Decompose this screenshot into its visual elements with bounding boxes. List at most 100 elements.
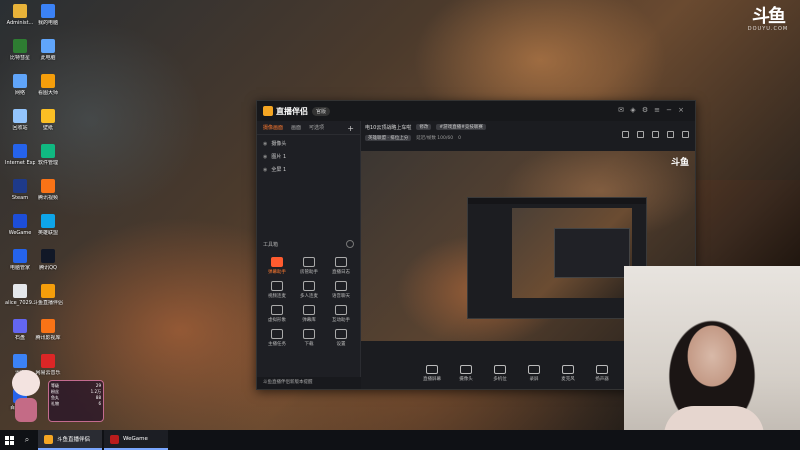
tab-camera-scene[interactable]: 摄像画面: [263, 124, 283, 131]
gift-icon[interactable]: [622, 131, 629, 138]
tool-item[interactable]: 直播日志: [325, 257, 357, 275]
app-icon: [13, 179, 27, 193]
stat-key: 礼物: [51, 401, 59, 406]
nested-preview-window-2: [554, 228, 630, 278]
tool-item[interactable]: 设置: [325, 329, 357, 347]
tool-item[interactable]: 下载: [293, 329, 325, 347]
desktop-icon[interactable]: 石盘: [5, 319, 35, 341]
desktop-icon[interactable]: 壁纸: [33, 109, 63, 131]
share-icon[interactable]: [682, 131, 689, 138]
taskbar-item-douyu[interactable]: 斗鱼直播伴侣: [38, 430, 102, 450]
desktop-icon[interactable]: 英雄联盟: [33, 214, 63, 236]
tab-options[interactable]: 可选项: [309, 124, 324, 131]
tool-item[interactable]: 弹幕库: [293, 305, 325, 323]
search-icon[interactable]: ⌕: [18, 430, 36, 450]
bottom-action-button[interactable]: 直播屏幕: [421, 365, 443, 382]
action-label: 麦克风: [561, 377, 575, 382]
bottom-action-button[interactable]: 摄像头: [455, 365, 477, 382]
desktop-icon[interactable]: Administ...: [5, 4, 35, 26]
desktop-icon-label: 英雄联盟: [37, 230, 58, 236]
desktop-icon[interactable]: 比特彗星: [5, 39, 35, 61]
preview-watermark: 斗鱼: [670, 158, 689, 168]
toolbox-collapse-icon[interactable]: [346, 240, 354, 248]
add-source-button[interactable]: +: [347, 124, 354, 133]
desktop-icon[interactable]: 网络: [5, 74, 35, 96]
action-label: 扬声器: [595, 377, 609, 382]
source-item-image[interactable]: ◉ 图片 1: [257, 150, 360, 163]
app-icon: [13, 39, 27, 53]
bottom-notice[interactable]: 斗鱼直播伴侣新版本提醒: [257, 377, 361, 389]
desktop-icon-label: 腾讯视频: [37, 195, 58, 201]
tool-item[interactable]: 弹幕助手: [261, 257, 293, 275]
desktop-icon[interactable]: 回收站: [5, 109, 35, 131]
tool-item[interactable]: 互动助手: [325, 305, 357, 323]
minimize-icon[interactable]: −: [665, 106, 673, 114]
tool-item[interactable]: 主播任务: [261, 329, 293, 347]
tool-icon: [271, 329, 283, 339]
menu-icon[interactable]: ≡: [653, 106, 661, 114]
settings-icon[interactable]: ⚙: [641, 106, 649, 114]
tool-icon: [303, 329, 315, 339]
webcam-overlay: [624, 266, 800, 450]
eye-icon[interactable]: ◉: [263, 141, 267, 147]
start-button[interactable]: [0, 430, 18, 450]
skin-icon[interactable]: ◈: [629, 106, 637, 114]
action-icon: [562, 365, 574, 374]
tool-item[interactable]: 多人连麦: [293, 281, 325, 299]
app-icon: [41, 284, 55, 298]
edit-tag[interactable]: 修改: [416, 124, 432, 130]
tool-item[interactable]: 房管助手: [293, 257, 325, 275]
desktop-icon[interactable]: 看图大师: [33, 74, 63, 96]
desktop-icon[interactable]: Steam: [5, 179, 35, 201]
app-titlebar: 直播伴侣 官版 ✉ ◈ ⚙ ≡ − ×: [257, 101, 695, 121]
message-icon[interactable]: ✉: [617, 106, 625, 114]
bottom-action-button[interactable]: 多机位: [489, 365, 511, 382]
desktop-icon[interactable]: WeGame: [5, 214, 35, 236]
source-item-fullscreen[interactable]: ◉ 全屏 1: [257, 163, 360, 176]
desktop-icon[interactable]: 腾讯QQ: [33, 249, 63, 271]
tool-icon: [335, 257, 347, 267]
tool-label: 多人连麦: [300, 294, 318, 299]
bottom-action-button[interactable]: 扬声器: [591, 365, 613, 382]
screen-icon[interactable]: [652, 131, 659, 138]
desktop-icon[interactable]: alice_7029...: [5, 284, 35, 306]
eye-icon[interactable]: ◉: [263, 154, 267, 160]
tab-scene[interactable]: 画面: [291, 124, 301, 131]
desktop-icon-label: 看图大师: [37, 90, 58, 96]
room-title[interactable]: 电10云顶战略上车啦: [365, 124, 411, 131]
desktop-icon[interactable]: 斗鱼直播伴侣: [33, 284, 63, 306]
desktop-icon-label: 比特彗星: [9, 55, 30, 61]
desktop-icon[interactable]: 我的电脑: [33, 4, 63, 26]
douyu-logo-icon: [263, 106, 273, 116]
left-panel: 摄像画面 画面 可选项 + ◉ 摄像头 ◉ 图片 1 ◉ 全屏 1 工具箱 弹幕…: [257, 121, 361, 389]
version-badge[interactable]: 官版: [312, 106, 331, 116]
tool-label: 虚拟形象: [268, 318, 286, 323]
desktop-icon[interactable]: 电脑管家: [5, 249, 35, 271]
action-icon: [494, 365, 506, 374]
taskbar-item-wegame[interactable]: WeGame: [104, 430, 168, 450]
desktop-icon[interactable]: Internet Explorer: [5, 144, 35, 166]
app-icon: [41, 144, 55, 158]
lock-icon[interactable]: [637, 131, 644, 138]
record-icon[interactable]: [667, 131, 674, 138]
app-icon: [13, 109, 27, 123]
mascot-widget[interactable]: [8, 370, 44, 426]
mascot-stat-card: 等级 29 粉丝 1.2万 鱼丸 88 礼物 6: [48, 380, 104, 422]
bottom-action-button[interactable]: 录屏: [523, 365, 545, 382]
tool-item[interactable]: 视频连麦: [261, 281, 293, 299]
desktop-icon[interactable]: 此电脑: [33, 39, 63, 61]
app-icon: [41, 39, 55, 53]
desktop-icon[interactable]: 软件管理: [33, 144, 63, 166]
desktop-icon[interactable]: 腾讯视频: [33, 179, 63, 201]
close-icon[interactable]: ×: [677, 106, 685, 114]
tool-item[interactable]: 语音聊天: [325, 281, 357, 299]
desktop-icon[interactable]: 腾讯影视库: [33, 319, 63, 341]
desktop-icon-label: 回收站: [12, 125, 28, 131]
category-tag[interactable]: 英雄联盟 · 排位上分: [365, 135, 412, 141]
tool-item[interactable]: 虚拟形象: [261, 305, 293, 323]
douyu-app-icon: [44, 434, 53, 444]
bottom-action-button[interactable]: 麦克风: [557, 365, 579, 382]
room-tag[interactable]: #游戏直播#竞技联赛: [436, 124, 486, 130]
eye-icon[interactable]: ◉: [263, 167, 267, 173]
source-item-camera[interactable]: ◉ 摄像头: [257, 137, 360, 150]
